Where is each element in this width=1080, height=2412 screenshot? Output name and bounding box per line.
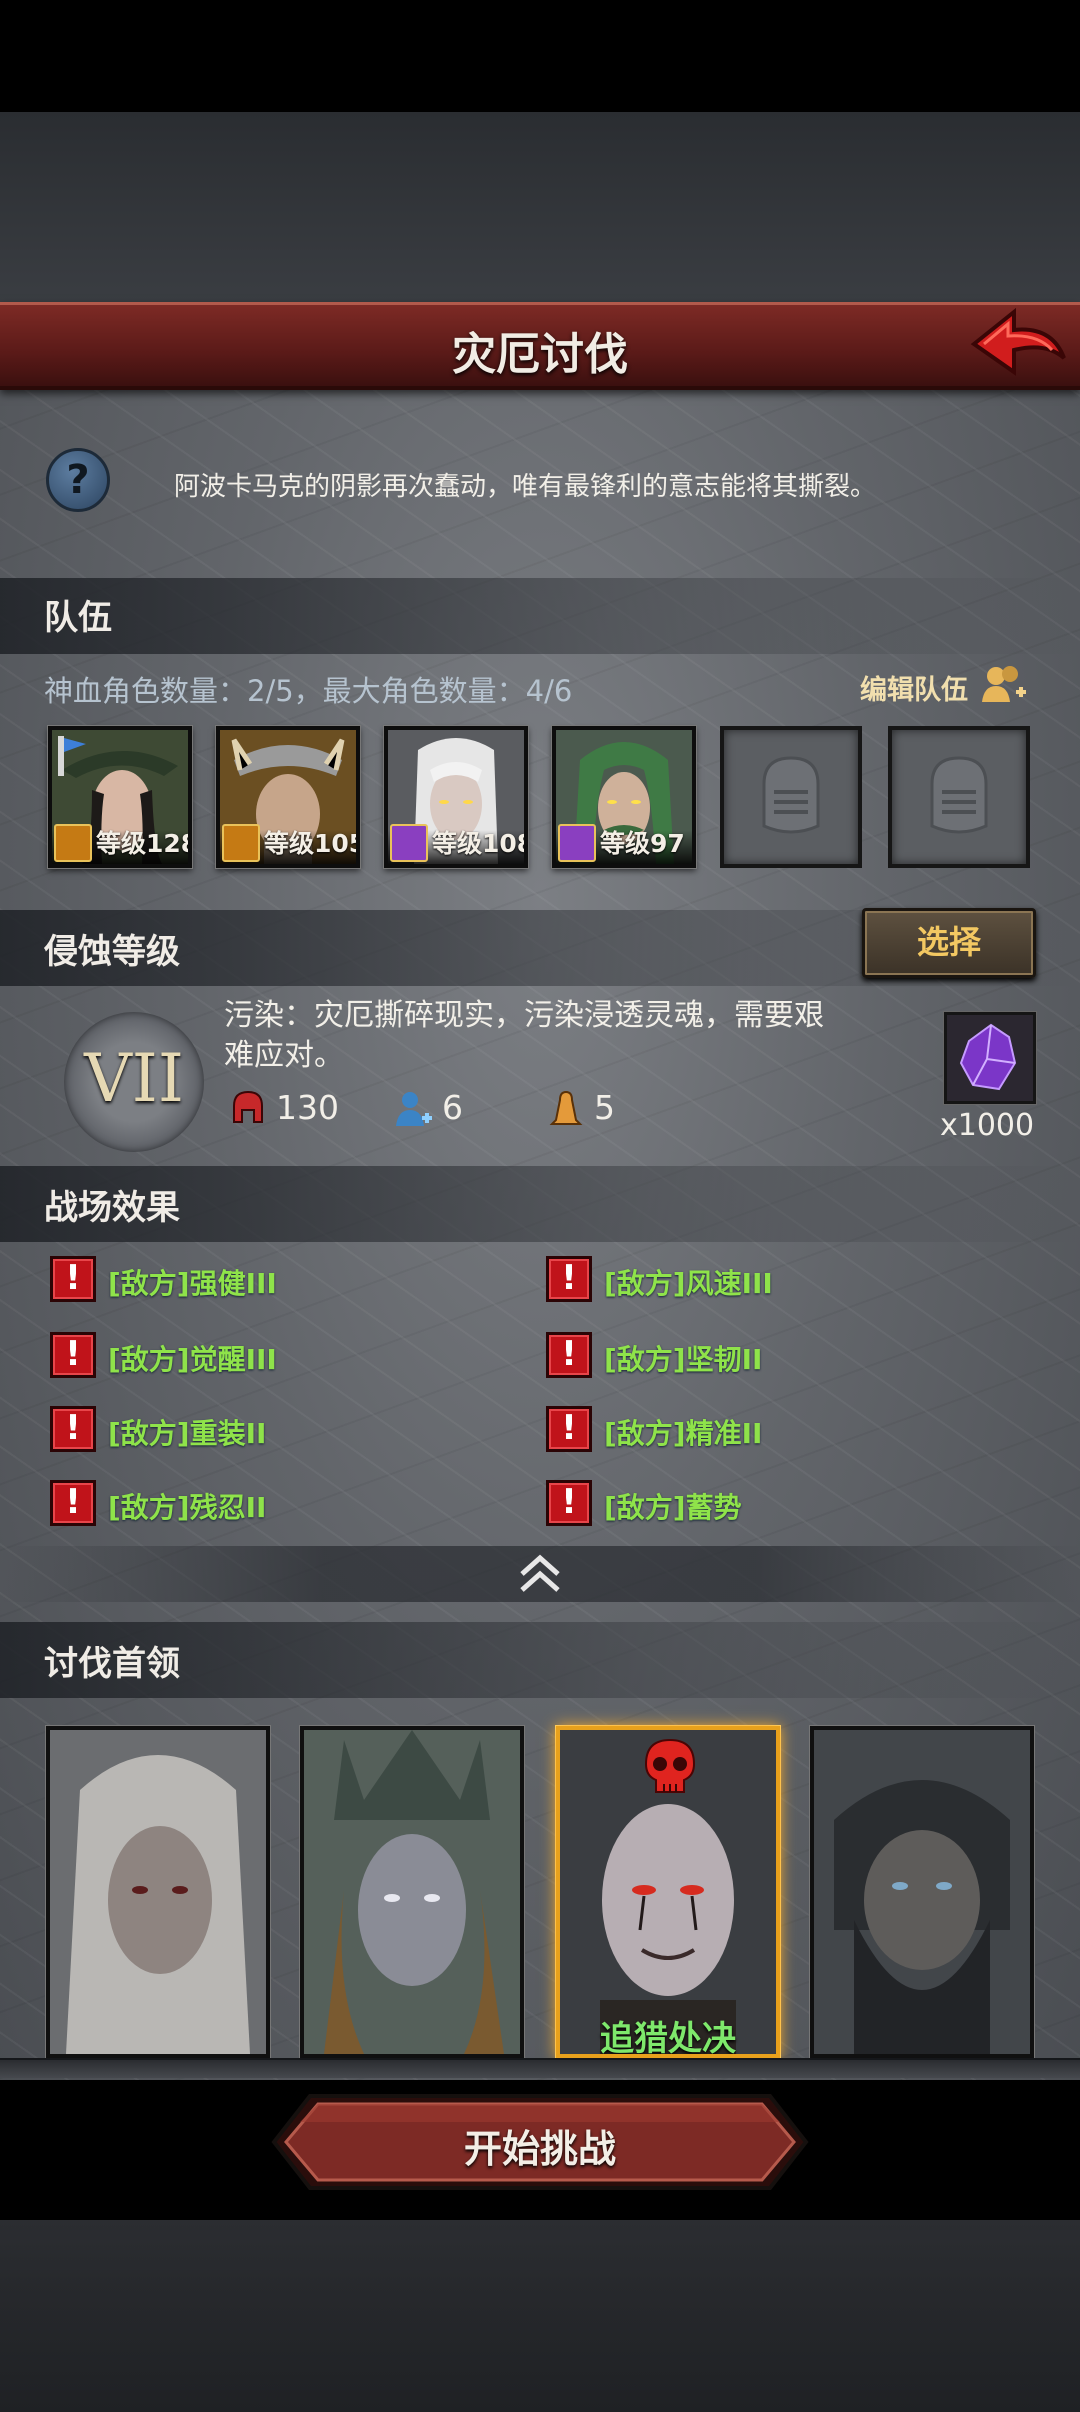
boss-selected-label: 追猎处决	[600, 2019, 736, 2058]
warning-icon: !	[546, 1480, 592, 1526]
boss-card-3[interactable]: 追猎处决	[556, 1726, 780, 2058]
staff-icon	[390, 824, 428, 862]
corruption-description: 污染：灾厄撕碎现实，污染浸透灵魂，需要艰难应对。	[224, 998, 824, 1073]
bosses-title: 讨伐首领	[44, 1644, 180, 1684]
help-icon[interactable]: ?	[46, 448, 110, 512]
crystal-icon	[959, 1023, 1017, 1091]
battlefield-title: 战场效果	[44, 1188, 180, 1228]
back-arrow-icon[interactable]	[968, 306, 1068, 384]
effect-label[interactable]: [敌方]坚韧II	[604, 1338, 762, 1378]
add-hero-icon	[396, 1092, 432, 1126]
stat-helmet-value: 130	[276, 1088, 339, 1127]
hero-slot-2[interactable]: 等级105	[216, 726, 360, 868]
hero-level: 等级128	[96, 829, 192, 858]
warning-icon: !	[50, 1332, 96, 1378]
page-title: 灾厄讨伐	[452, 329, 628, 380]
effect-label[interactable]: [敌方]残忍II	[108, 1486, 266, 1526]
empty-helmet-icon	[762, 756, 820, 834]
boss-card-1[interactable]	[46, 1726, 270, 2058]
corruption-title: 侵蚀等级	[44, 932, 180, 972]
hero-level: 等级97	[600, 829, 685, 858]
intro-text: 阿波卡马克的阴影再次蠢动，唯有最锋利的意志能将其撕裂。	[174, 472, 877, 502]
empty-helmet-icon	[930, 756, 988, 834]
reward-item[interactable]	[944, 1012, 1036, 1104]
warning-icon: !	[546, 1256, 592, 1302]
warrior-icon	[54, 824, 92, 862]
hero-level: 等级108	[432, 829, 528, 858]
shield-icon	[222, 824, 260, 862]
team-title: 队伍	[44, 598, 112, 638]
start-challenge-label: 开始挑战	[463, 2127, 616, 2171]
warning-icon: !	[50, 1256, 96, 1302]
boss-portrait	[304, 1730, 520, 2054]
warning-icon: !	[50, 1480, 96, 1526]
bell-icon	[549, 1090, 583, 1125]
warning-icon: !	[50, 1406, 96, 1452]
team-header-band	[0, 578, 1080, 654]
warning-icon: !	[546, 1332, 592, 1378]
warning-icon: !	[546, 1406, 592, 1452]
hero-slot-4[interactable]: 等级97	[552, 726, 696, 868]
stat-heroes-value: 6	[442, 1088, 463, 1127]
effect-label[interactable]: [敌方]精准II	[604, 1412, 762, 1452]
boss-card-4[interactable]	[810, 1726, 1034, 2058]
reward-count: x1000	[940, 1108, 1035, 1143]
boss-card-2[interactable]	[300, 1726, 524, 2058]
edit-team-button[interactable]: 编辑队伍	[860, 668, 968, 707]
empty-hero-slot[interactable]	[720, 726, 862, 868]
empty-hero-slot[interactable]	[888, 726, 1030, 868]
boss-portrait	[814, 1730, 1030, 2054]
hero-level: 等级105	[264, 829, 360, 858]
bottom-divider	[0, 2058, 1080, 2078]
chevron-up-icon[interactable]	[516, 1548, 564, 1600]
effect-label[interactable]: [敌方]觉醒III	[108, 1338, 277, 1378]
effect-label[interactable]: [敌方]蓄势	[604, 1486, 742, 1526]
effect-label[interactable]: [敌方]强健III	[108, 1262, 277, 1302]
select-button[interactable]: 选择	[862, 908, 1036, 978]
stat-bell-value: 5	[594, 1088, 615, 1127]
hero-slot-3[interactable]: 等级108	[384, 726, 528, 868]
status-bar	[0, 0, 1080, 112]
effect-label[interactable]: [敌方]风速III	[604, 1262, 773, 1302]
effect-label[interactable]: [敌方]重装II	[108, 1412, 266, 1452]
skull-icon	[644, 1738, 696, 1793]
backdrop-bottom	[0, 2220, 1080, 2412]
helmet-icon	[233, 1090, 263, 1123]
corruption-level: VII	[84, 1040, 184, 1117]
hero-slot-1[interactable]: 等级128	[48, 726, 192, 868]
staff-icon	[558, 824, 596, 862]
boss-portrait	[50, 1730, 266, 2054]
backdrop-top	[0, 112, 1080, 302]
add-team-icon[interactable]	[980, 662, 1028, 710]
team-stats: 神血角色数量：2/5，最大角色数量：4/6	[44, 674, 573, 708]
